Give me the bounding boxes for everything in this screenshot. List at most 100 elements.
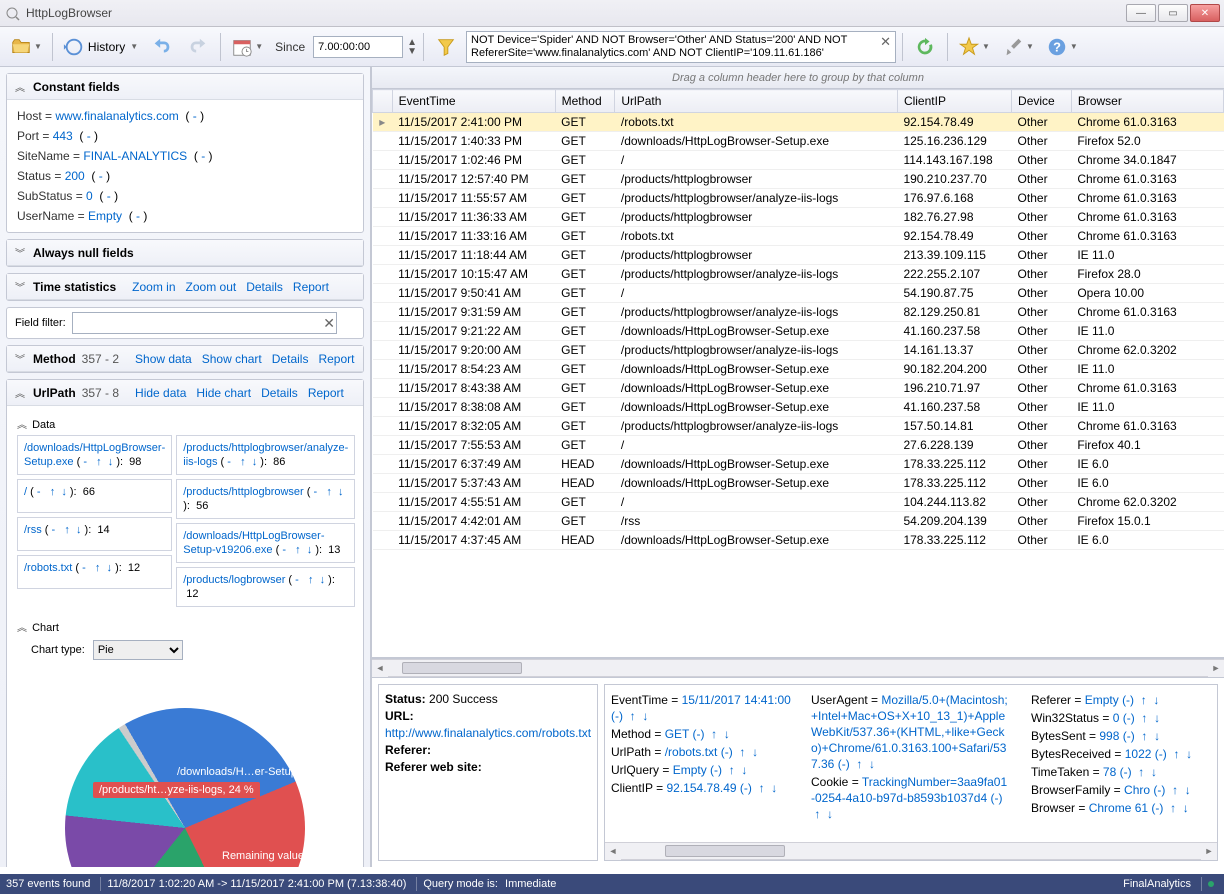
minus-link[interactable]: - [201,149,205,163]
table-row[interactable]: 11/15/2017 11:18:44 AMGET/products/httpl… [373,246,1224,265]
up-link[interactable]: ↑ [759,781,765,795]
minus-link[interactable]: (-) [740,781,752,795]
table-row[interactable]: 11/15/2017 8:38:08 AMGET/downloads/HttpL… [373,398,1224,417]
table-row[interactable]: 11/15/2017 4:42:01 AMGET/rss54.209.204.1… [373,512,1224,531]
detail-value-link[interactable]: Chrome 61 [1089,801,1148,815]
panel-link[interactable]: Zoom in [132,280,175,294]
scroll-left-arrow[interactable]: ◄ [372,660,388,677]
table-row[interactable]: 11/15/2017 12:57:40 PMGET/products/httpl… [373,170,1224,189]
detail-value-link[interactable]: GET [665,727,689,741]
table-row[interactable]: 11/15/2017 4:37:45 AMHEAD/downloads/Http… [373,531,1224,550]
table-row[interactable]: 11/15/2017 9:21:22 AMGET/downloads/HttpL… [373,322,1224,341]
details-scrollbar[interactable]: ◄ ► [605,842,1217,860]
method-header[interactable]: ︾ Method 357 - 2 Show dataShow chartDeta… [7,346,363,372]
scroll-right-arrow[interactable]: ► [1208,660,1224,677]
table-row[interactable]: 11/15/2017 11:33:16 AMGET/robots.txt92.1… [373,227,1224,246]
up-link[interactable]: ↑ [50,486,56,498]
time-stats-header[interactable]: ︾ Time statistics Zoom inZoom outDetails… [7,274,363,300]
scroll-thumb[interactable] [665,845,785,857]
down-link[interactable]: ↓ [741,763,747,777]
constant-value-link[interactable]: www.finalanalytics.com [55,109,178,123]
minus-link[interactable]: (-) [1123,711,1135,725]
panel-link[interactable]: Report [293,280,329,294]
panel-link[interactable]: Hide chart [196,386,251,400]
calendar-button[interactable]: ▼ [227,31,267,63]
minus-link[interactable]: - [193,109,197,123]
up-link[interactable]: ↑ [729,763,735,777]
detail-value-link[interactable]: 0 [1113,711,1120,725]
panel-link[interactable]: Details [261,386,298,400]
help-button[interactable]: ?▼ [1042,31,1082,63]
down-link[interactable]: ↓ [827,807,833,821]
detail-value-link[interactable]: 1022 [1125,747,1152,761]
field-filter-clear[interactable]: ✕ [323,315,335,332]
minus-link[interactable]: - [313,486,317,498]
log-table-wrap[interactable]: EventTimeMethodUrlPathClientIPDeviceBrow… [372,89,1224,659]
up-link[interactable]: ↑ [1141,693,1147,707]
table-row[interactable]: 11/15/2017 9:31:59 AMGET/products/httplo… [373,303,1224,322]
up-link[interactable]: ↑ [326,486,332,498]
minus-link[interactable]: (-) [1151,801,1163,815]
scroll-right-arrow[interactable]: ► [1201,843,1217,860]
tools-button[interactable]: ▼ [998,31,1038,63]
down-link[interactable]: ↓ [320,574,326,586]
down-link[interactable]: ↓ [338,486,344,498]
down-link[interactable]: ↓ [724,727,730,741]
down-link[interactable]: ↓ [869,757,875,771]
minus-link[interactable]: (-) [838,757,850,771]
always-null-header[interactable]: ︾ Always null fields [7,240,363,266]
table-row[interactable]: 11/15/2017 5:37:43 AMHEAD/downloads/Http… [373,474,1224,493]
table-row[interactable]: 11/15/2017 1:02:46 PMGET/114.143.167.198… [373,151,1224,170]
redo-button[interactable] [182,31,214,63]
constant-value-link[interactable]: 443 [53,129,73,143]
minus-link[interactable]: - [87,129,91,143]
panel-link[interactable]: Details [272,352,309,366]
up-link[interactable]: ↑ [295,544,301,556]
table-row[interactable]: 11/15/2017 9:50:41 AMGET/54.190.87.75Oth… [373,284,1224,303]
table-row[interactable]: 11/15/2017 9:20:00 AMGET/products/httplo… [373,341,1224,360]
down-link[interactable]: ↓ [76,524,82,536]
minus-link[interactable]: (-) [991,791,1003,805]
up-link[interactable]: ↑ [711,727,717,741]
up-link[interactable]: ↑ [739,745,745,759]
undo-button[interactable] [146,31,178,63]
detail-value-link[interactable]: 78 [1103,765,1116,779]
panel-link[interactable]: Zoom out [186,280,237,294]
chart-type-select[interactable]: Pie [93,640,183,660]
minus-link[interactable]: - [282,544,286,556]
table-row[interactable]: 11/15/2017 11:55:57 AMGET/products/httpl… [373,189,1224,208]
details-url-link[interactable]: http://www.finalanalytics.com/robots.txt [385,726,591,740]
path-link[interactable]: / [24,486,27,498]
up-link[interactable]: ↑ [64,524,70,536]
path-link[interactable]: /products/httplogbrowser [183,486,303,498]
path-link[interactable]: /downloads/HttpLogBrowser-Setup-v19206.e… [183,530,324,556]
down-link[interactable]: ↓ [752,745,758,759]
constant-fields-header[interactable]: ︽ Constant fields [7,74,363,100]
group-by-hint[interactable]: Drag a column header here to group by th… [372,67,1224,89]
column-header[interactable]: Device [1012,90,1072,113]
table-row[interactable]: 11/15/2017 1:40:33 PMGET/downloads/HttpL… [373,132,1224,151]
detail-value-link[interactable]: 15/11/2017 14:41:00 [682,693,791,707]
panel-link[interactable]: Hide data [135,386,186,400]
down-link[interactable]: ↓ [1151,765,1157,779]
minus-link[interactable]: - [295,574,299,586]
minus-link[interactable]: - [83,456,87,468]
minus-link[interactable]: (-) [1122,693,1134,707]
path-link[interactable]: /robots.txt [24,562,72,574]
table-row[interactable]: 11/15/2017 8:54:23 AMGET/downloads/HttpL… [373,360,1224,379]
filter-clear[interactable]: ✕ [880,34,891,50]
filter-input[interactable]: NOT Device='Spider' AND NOT Browser='Oth… [467,32,895,62]
path-link[interactable]: /products/httplogbrowser/analyze-iis-log… [183,442,348,468]
table-row[interactable]: ▸11/15/2017 2:41:00 PMGET/robots.txt92.1… [373,113,1224,132]
open-button[interactable]: ▼ [6,31,46,63]
path-link[interactable]: /downloads/HttpLogBrowser-Setup.exe [24,442,165,468]
up-link[interactable]: ↑ [95,562,101,574]
scroll-left-arrow[interactable]: ◄ [605,843,621,860]
up-link[interactable]: ↑ [814,807,820,821]
up-link[interactable]: ↑ [856,757,862,771]
minus-link[interactable]: - [37,486,41,498]
minus-link[interactable]: (-) [1120,765,1132,779]
up-link[interactable]: ↑ [240,456,246,468]
down-link[interactable]: ↓ [1153,693,1159,707]
constant-value-link[interactable]: FINAL-ANALYTICS [83,149,187,163]
